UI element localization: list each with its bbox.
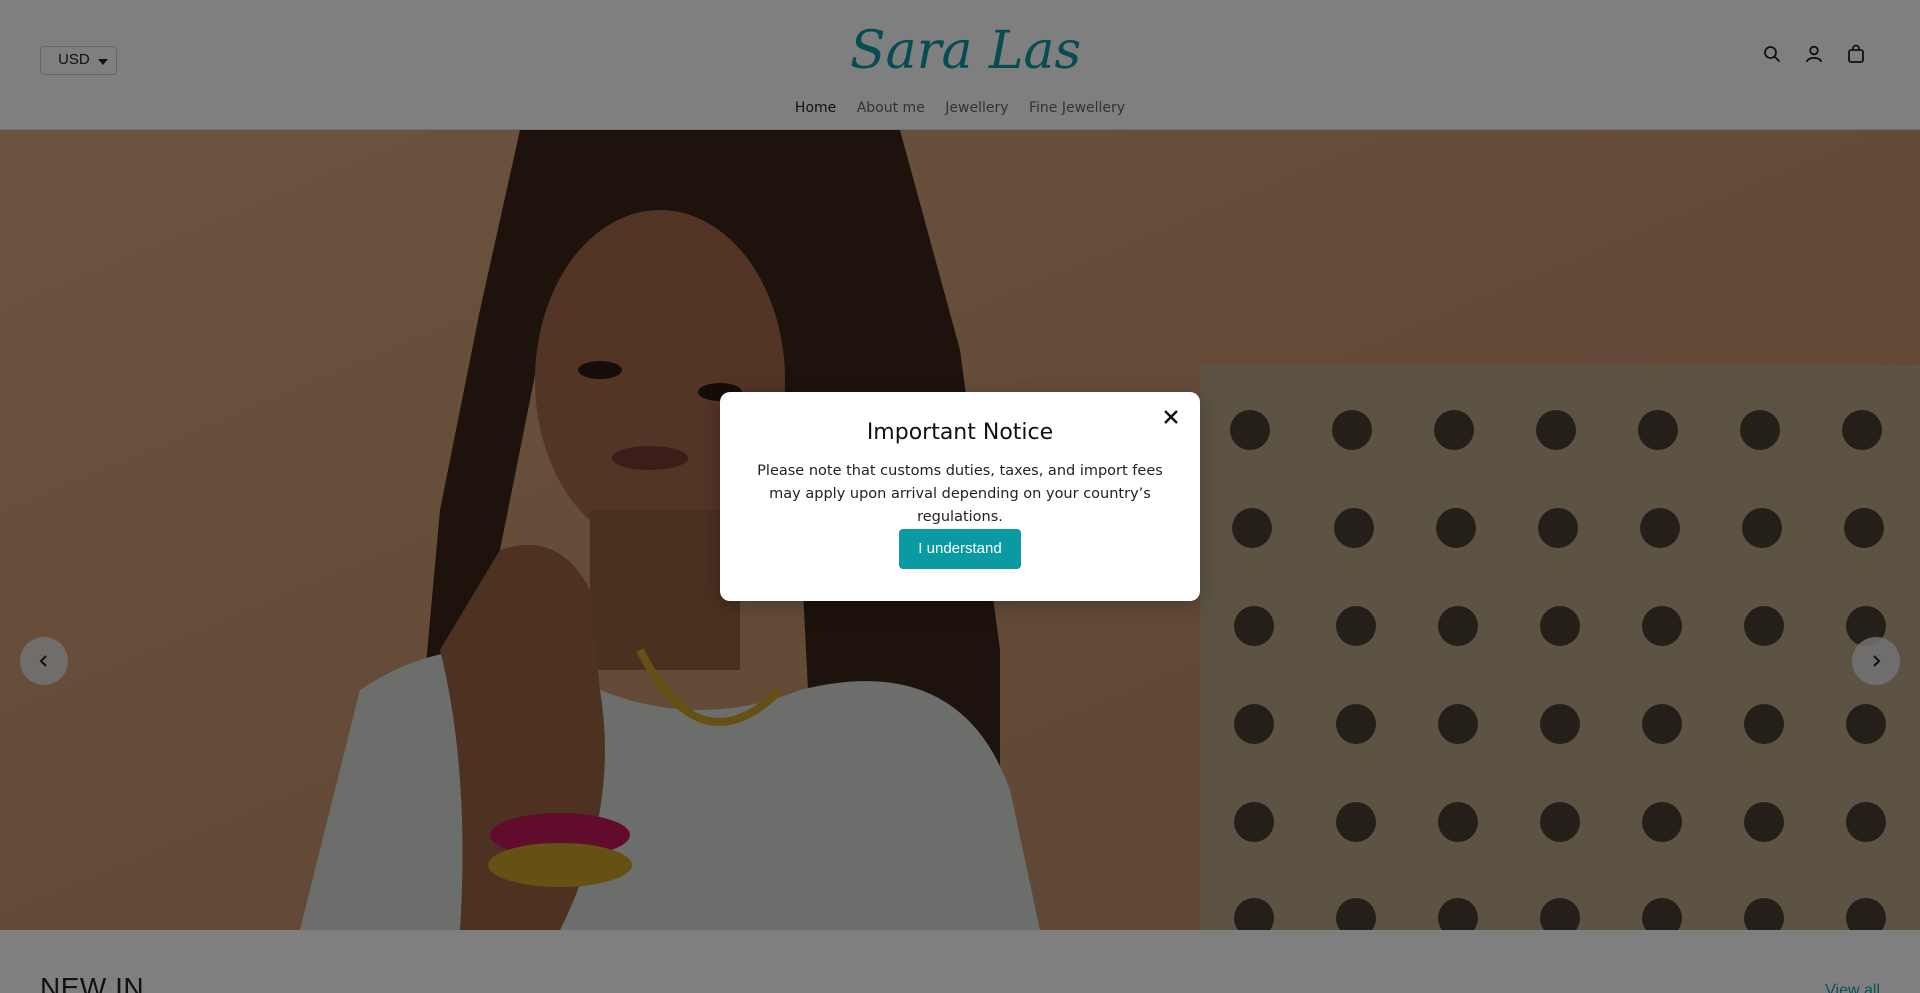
modal-body: Please note that customs duties, taxes, … (757, 463, 1163, 525)
notice-modal: Important Notice Please note that custom… (720, 392, 1200, 601)
understand-button[interactable]: I understand (899, 529, 1021, 569)
modal-title: Important Notice (866, 420, 1054, 445)
